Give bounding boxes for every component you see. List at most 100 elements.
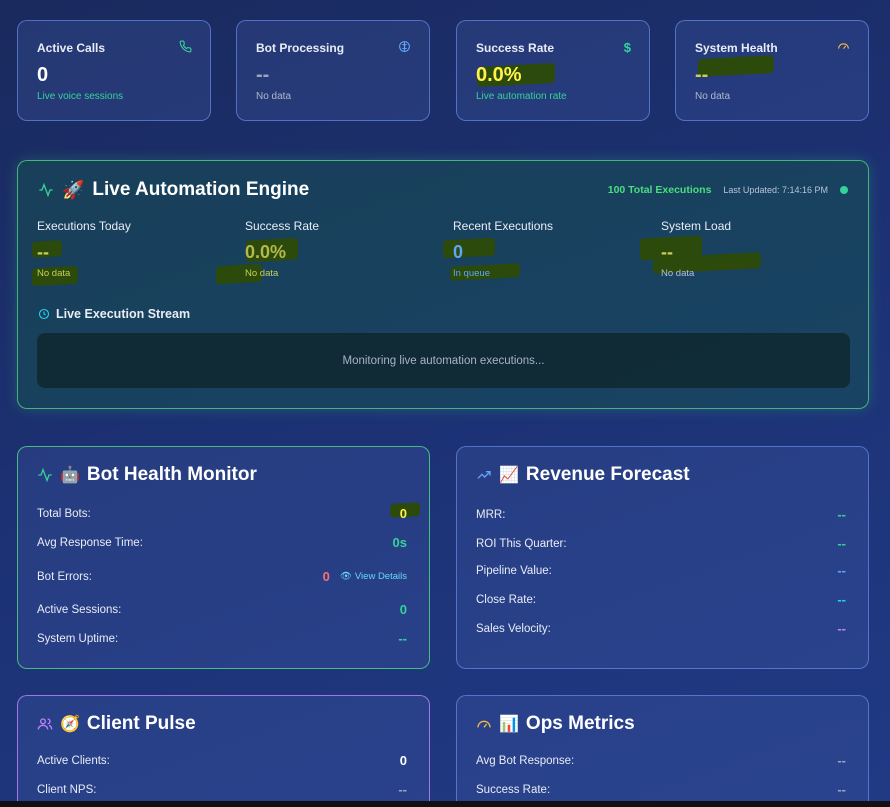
row-total-bots: Total Bots: 0 xyxy=(37,506,407,521)
row-bot-errors: Bot Errors: 0 👁 View Details xyxy=(37,569,407,584)
panel-title: 🤖 Bot Health Monitor xyxy=(37,464,257,486)
activity-icon xyxy=(38,182,54,198)
row-avg-response-time: Avg Response Time: 0s xyxy=(37,535,407,550)
bot-health-title: Bot Health Monitor xyxy=(86,464,257,485)
row-value: 0 xyxy=(399,602,407,617)
metric-value: -- xyxy=(661,242,673,262)
row-sales-velocity: Sales Velocity: -- xyxy=(476,621,846,636)
brain-icon xyxy=(398,40,411,53)
row-label: Close Rate: xyxy=(476,593,537,606)
row-value: -- xyxy=(837,507,846,522)
revenue-forecast-panel: 📈 Revenue Forecast MRR: -- ROI This Quar… xyxy=(456,446,869,669)
robot-icon: 🤖 xyxy=(60,467,80,484)
panel-title: 📈 Revenue Forecast xyxy=(476,464,690,486)
stat-card-bot-processing: Bot Processing -- No data xyxy=(236,20,430,121)
view-details-link[interactable]: 👁 View Details xyxy=(340,571,407,582)
row-label: ROI This Quarter: xyxy=(476,537,567,550)
bot-health-monitor-panel: 🤖 Bot Health Monitor Total Bots: 0 Avg R… xyxy=(17,446,430,669)
row-active-sessions: Active Sessions: 0 xyxy=(37,602,407,617)
panel-title: 📊 Ops Metrics xyxy=(476,713,635,735)
compass-icon: 🧭 xyxy=(60,716,80,733)
client-pulse-title: Client Pulse xyxy=(86,713,196,734)
stream-title: Live Execution Stream xyxy=(38,307,190,321)
live-automation-engine-panel: 🚀 Live Automation Engine 100 Total Execu… xyxy=(17,160,869,409)
row-mrr: MRR: -- xyxy=(476,507,846,522)
metric-sub: In queue xyxy=(453,268,490,279)
row-value: -- xyxy=(837,782,846,797)
row-value: -- xyxy=(398,782,407,797)
row-label: Success Rate: xyxy=(476,783,551,796)
row-label: Total Bots: xyxy=(37,507,91,520)
stat-value: 0.0% xyxy=(476,64,522,86)
view-details-label: View Details xyxy=(354,571,407,582)
row-label: Pipeline Value: xyxy=(476,564,552,577)
row-value: 0s xyxy=(392,535,407,550)
panel-title: 🧭 Client Pulse xyxy=(37,713,196,735)
ops-metrics-panel: 📊 Ops Metrics Avg Bot Response: -- Succe… xyxy=(456,695,869,807)
trending-up-icon xyxy=(476,467,492,483)
metric-value: 0 xyxy=(453,242,464,262)
row-roi-this-quarter: ROI This Quarter: -- xyxy=(476,536,846,551)
metric-value: -- xyxy=(37,242,49,262)
metric-executions-today: Executions Today -- No data xyxy=(37,219,227,279)
total-executions: 100 Total Executions xyxy=(607,184,712,196)
row-pipeline-value: Pipeline Value: -- xyxy=(476,563,846,578)
row-value: -- xyxy=(837,753,846,768)
row-success-rate: Success Rate: -- xyxy=(476,782,846,797)
row-label: Bot Errors: xyxy=(37,570,92,583)
stat-card-active-calls: Active Calls 0 Live voice sessions xyxy=(17,20,211,121)
row-avg-bot-response: Avg Bot Response: -- xyxy=(476,753,846,768)
users-icon xyxy=(37,716,53,732)
row-active-clients: Active Clients: 0 xyxy=(37,753,407,768)
row-value: -- xyxy=(837,563,846,578)
metric-label: Recent Executions xyxy=(453,219,554,233)
stat-value: -- xyxy=(695,64,709,86)
stat-label: Bot Processing xyxy=(256,41,345,55)
metric-recent-executions: Recent Executions 0 In queue xyxy=(453,219,643,279)
stat-sub: No data xyxy=(695,91,731,102)
stat-value: 0 xyxy=(37,64,49,86)
stat-sub: Live automation rate xyxy=(476,91,567,102)
stat-label: Active Calls xyxy=(37,41,106,55)
stat-card-success-rate: Success Rate $ 0.0% Live automation rate xyxy=(456,20,650,121)
metric-value: 0.0% xyxy=(245,242,287,262)
stat-card-system-health: System Health -- No data xyxy=(675,20,869,121)
metric-label: System Load xyxy=(661,219,732,233)
eye-icon: 👁 xyxy=(339,571,352,582)
metric-sub: No data xyxy=(245,268,279,279)
row-value: -- xyxy=(837,592,846,607)
ops-title: Ops Metrics xyxy=(525,713,635,734)
row-system-uptime: System Uptime: -- xyxy=(37,631,407,646)
row-value: 0 xyxy=(399,753,407,768)
stat-value: -- xyxy=(256,64,270,86)
row-label: Active Sessions: xyxy=(37,603,122,616)
live-execution-stream: Monitoring live automation executions... xyxy=(37,333,850,388)
row-value: -- xyxy=(837,536,846,551)
row-client-nps: Client NPS: -- xyxy=(37,782,407,797)
row-value: -- xyxy=(398,631,407,646)
activity-icon xyxy=(37,467,53,483)
phone-icon xyxy=(179,40,192,53)
gauge-icon xyxy=(837,40,850,53)
rocket-icon: 🚀 xyxy=(62,179,85,200)
row-value: -- xyxy=(837,621,846,636)
metric-sub: No data xyxy=(37,268,71,279)
row-value: 0 xyxy=(399,506,407,521)
row-value: 0 xyxy=(322,569,330,584)
clock-icon xyxy=(38,308,50,320)
row-label: Avg Response Time: xyxy=(37,536,143,549)
row-label: Client NPS: xyxy=(37,783,97,796)
stat-label: System Health xyxy=(695,41,778,55)
dollar-icon: $ xyxy=(623,40,631,55)
metric-success-rate: Success Rate 0.0% No data xyxy=(245,219,435,279)
gauge-icon xyxy=(476,716,492,732)
row-close-rate: Close Rate: -- xyxy=(476,592,846,607)
last-updated: Last Updated: 7:14:16 PM xyxy=(723,185,828,195)
stat-sub: Live voice sessions xyxy=(37,91,124,102)
engine-title: Live Automation Engine xyxy=(92,179,310,200)
stat-label: Success Rate xyxy=(476,41,555,55)
row-label: MRR: xyxy=(476,508,506,521)
engine-meta: 100 Total Executions Last Updated: 7:14:… xyxy=(608,184,848,196)
row-label: Sales Velocity: xyxy=(476,622,551,635)
revenue-title: Revenue Forecast xyxy=(525,464,690,485)
